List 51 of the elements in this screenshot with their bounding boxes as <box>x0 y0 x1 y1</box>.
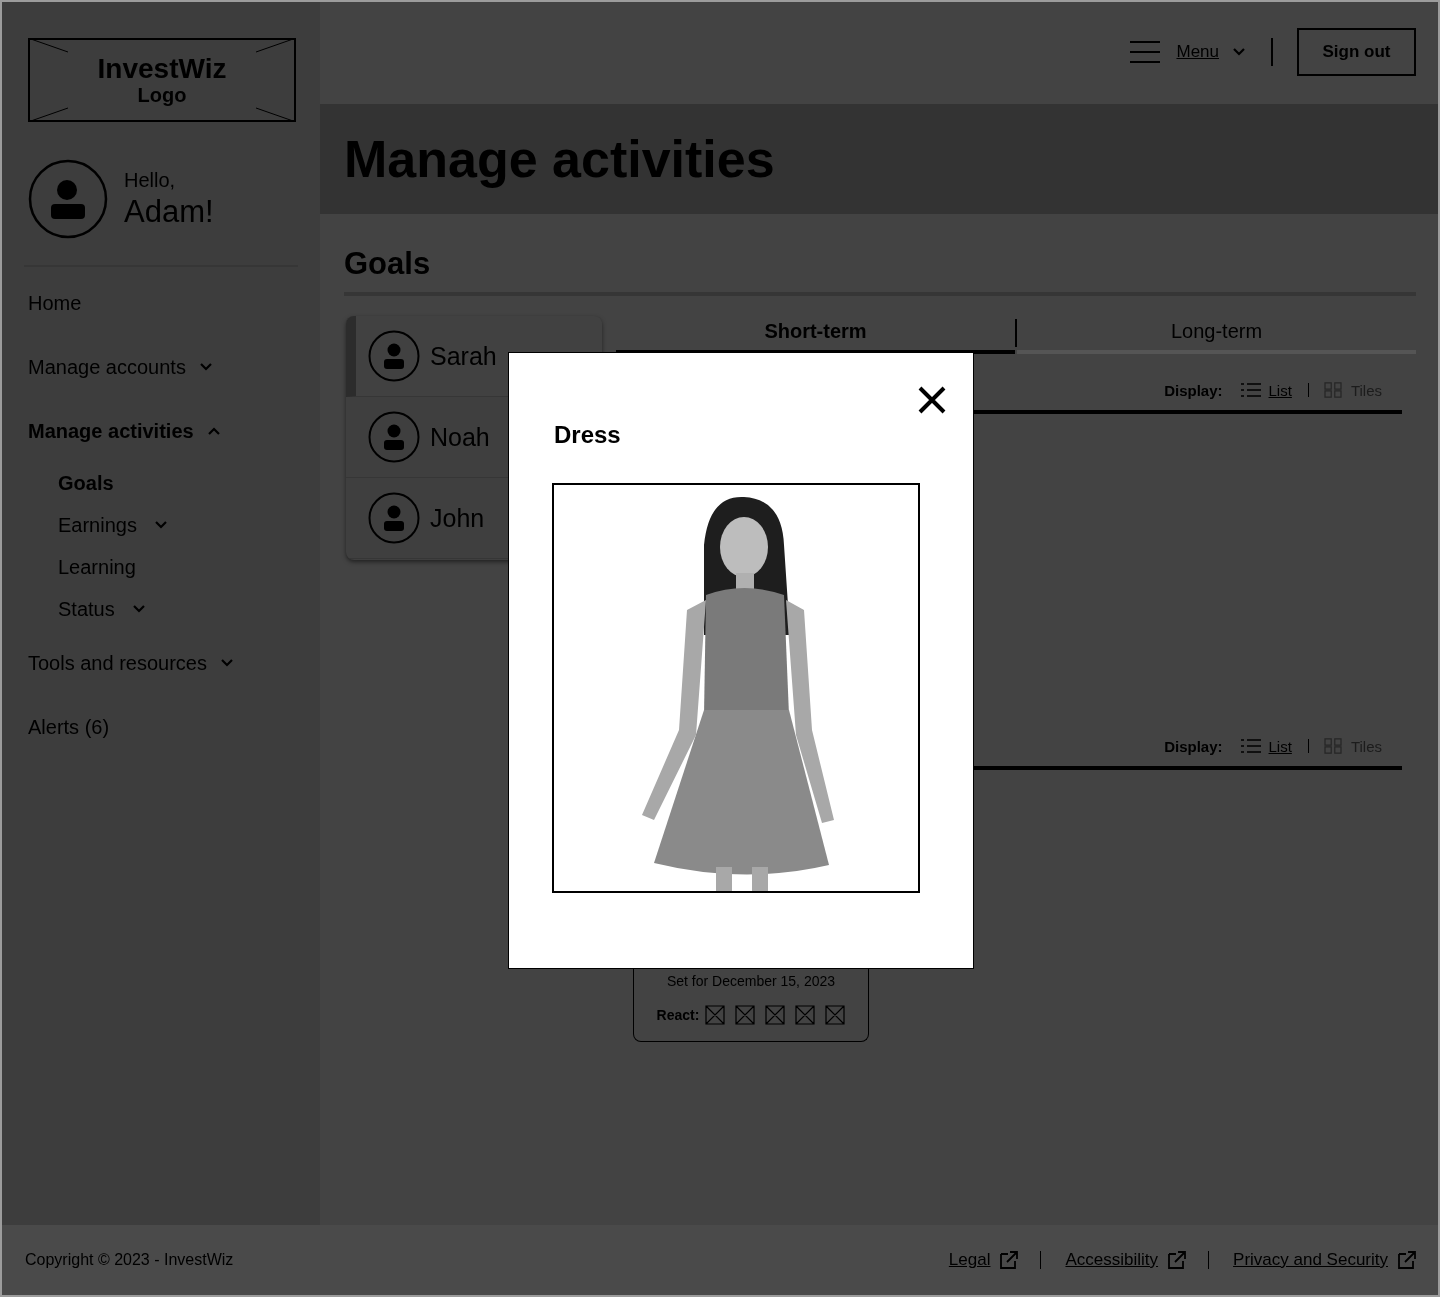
avatar-icon <box>368 492 420 544</box>
sign-out-button[interactable]: Sign out <box>1297 28 1416 76</box>
reaction-icon[interactable] <box>795 1005 816 1025</box>
display-option[interactable]: List <box>1268 737 1292 755</box>
menu-icon[interactable] <box>1130 41 1161 63</box>
goal-date: Set for December 15, 2023 <box>666 973 836 989</box>
avatar-icon <box>368 330 420 382</box>
chevron-up-icon[interactable] <box>207 427 220 435</box>
list-icon[interactable] <box>1240 382 1261 398</box>
footer-link[interactable]: Accessibility <box>1065 1250 1159 1270</box>
greeting-text: Hello, <box>124 168 177 192</box>
chevron-down-icon[interactable] <box>132 605 145 613</box>
user-name: Adam! <box>124 193 214 230</box>
list-icon[interactable] <box>1240 738 1261 754</box>
external-link-icon[interactable] <box>1000 1251 1019 1269</box>
tiles-icon[interactable] <box>1322 382 1343 398</box>
external-link-icon[interactable] <box>1398 1251 1416 1269</box>
reaction-icon[interactable] <box>735 1005 756 1025</box>
footer-link[interactable]: Privacy and Security <box>1233 1250 1388 1270</box>
nav-item[interactable]: Tools and resources <box>28 651 233 675</box>
reaction-icon[interactable] <box>825 1005 846 1025</box>
close-icon[interactable] <box>918 386 946 414</box>
avatar-icon <box>28 159 108 239</box>
nav-item[interactable]: Alerts (6) <box>28 715 110 739</box>
nav-item[interactable]: Manage activities <box>28 419 220 443</box>
footer-link[interactable]: Legal <box>948 1250 991 1270</box>
chevron-down-icon[interactable] <box>199 363 212 371</box>
display-label: Display: <box>1164 381 1223 399</box>
nav-item[interactable]: Home <box>28 291 82 315</box>
chevron-down-icon[interactable] <box>221 659 233 667</box>
section-title: Goals <box>344 246 432 282</box>
external-link-icon[interactable] <box>1168 1251 1187 1269</box>
logo-text: InvestWiz <box>97 54 227 84</box>
nav-subitem[interactable]: Status <box>58 597 145 621</box>
copyright-text: Copyright © 2023 - InvestWiz <box>25 1251 234 1269</box>
reaction-icon[interactable] <box>705 1005 726 1025</box>
display-label: Display: <box>1164 737 1223 755</box>
logo-caption: Logo <box>137 84 187 106</box>
nav-subitem[interactable]: Goals <box>58 471 114 495</box>
reaction-icon[interactable] <box>765 1005 786 1025</box>
display-option[interactable]: List <box>1268 381 1292 399</box>
nav-subitem[interactable]: Earnings <box>58 513 167 537</box>
tab[interactable]: Long-term <box>1017 312 1416 354</box>
nav-subitem[interactable]: Learning <box>58 555 136 579</box>
chevron-down-icon[interactable] <box>154 521 167 529</box>
avatar-icon <box>368 411 420 463</box>
react-label: React: <box>656 1007 700 1023</box>
nav-item[interactable]: Manage accounts <box>28 355 212 379</box>
tiles-icon[interactable] <box>1322 738 1343 754</box>
chevron-down-icon[interactable] <box>1233 48 1245 56</box>
menu-link[interactable]: Menu <box>1176 42 1219 62</box>
